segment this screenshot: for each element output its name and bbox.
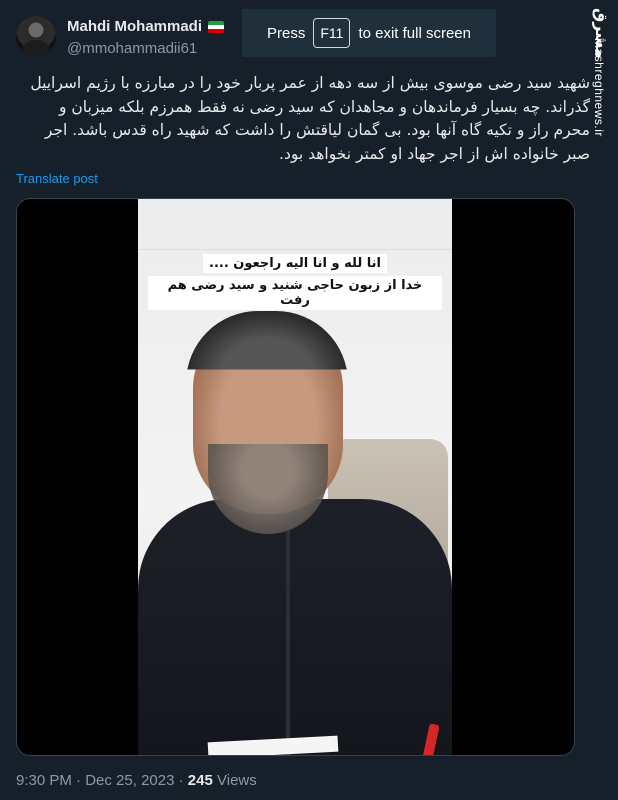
video-player[interactable]: انا لله و انا الیه راجعون .... خدا از زب… [16, 198, 575, 756]
site-watermark: مشرق mashreghnews.ir [590, 8, 612, 137]
video-frame[interactable]: انا لله و انا الیه راجعون .... خدا از زب… [138, 199, 452, 755]
author-name[interactable]: Mahdi Mohammadi [67, 18, 202, 35]
video-caption-line2: خدا از زبون حاجی شنید و سید رضی هم رفت [148, 276, 442, 310]
author-avatar[interactable] [16, 16, 56, 56]
person-illustration [138, 499, 452, 755]
video-caption-line1: انا لله و انا الیه راجعون .... [203, 254, 387, 273]
meta-separator: · [76, 772, 86, 789]
tweet-text-line: شهید سید رضی موسوی بیش از سه دهه از عمر … [30, 74, 590, 92]
fullscreen-notice-prefix: Press [267, 24, 306, 42]
tweet-meta: 9:30 PM · Dec 25, 2023 · 245 Views [16, 772, 257, 789]
tweet-text-line: گذراند. چه بسیار فرماندهان و مجاهدان که … [59, 97, 590, 116]
views-label: Views [217, 772, 257, 789]
video-caption: انا لله و انا الیه راجعون .... خدا از زب… [148, 254, 442, 310]
fullscreen-notice-suffix: to exit full screen [358, 24, 471, 42]
iran-flag-icon [208, 21, 224, 33]
tweet-time[interactable]: 9:30 PM [16, 772, 72, 789]
tweet-text: شهید سید رضی موسوی بیش از سه دهه از عمر … [16, 72, 590, 166]
views-count[interactable]: 245 [188, 772, 213, 789]
tweet-text-line: محرم راز و تکیه گاه آنها بود. بی گمان لی… [44, 121, 590, 139]
tweet-date[interactable]: Dec 25, 2023 [85, 772, 174, 789]
watermark-site: mashreghnews.ir [592, 38, 606, 137]
translate-post-link[interactable]: Translate post [16, 171, 98, 186]
watermark-logo: مشرق [592, 8, 611, 59]
author-handle[interactable]: @mmohammadii61 [67, 40, 197, 57]
meta-separator: · [178, 772, 188, 789]
fullscreen-notice: Press F11 to exit full screen [242, 9, 496, 57]
tweet-text-line: صبر خانواده اش از اجر جهاد او کمتر نخواه… [279, 144, 590, 163]
f11-key: F11 [313, 18, 351, 48]
